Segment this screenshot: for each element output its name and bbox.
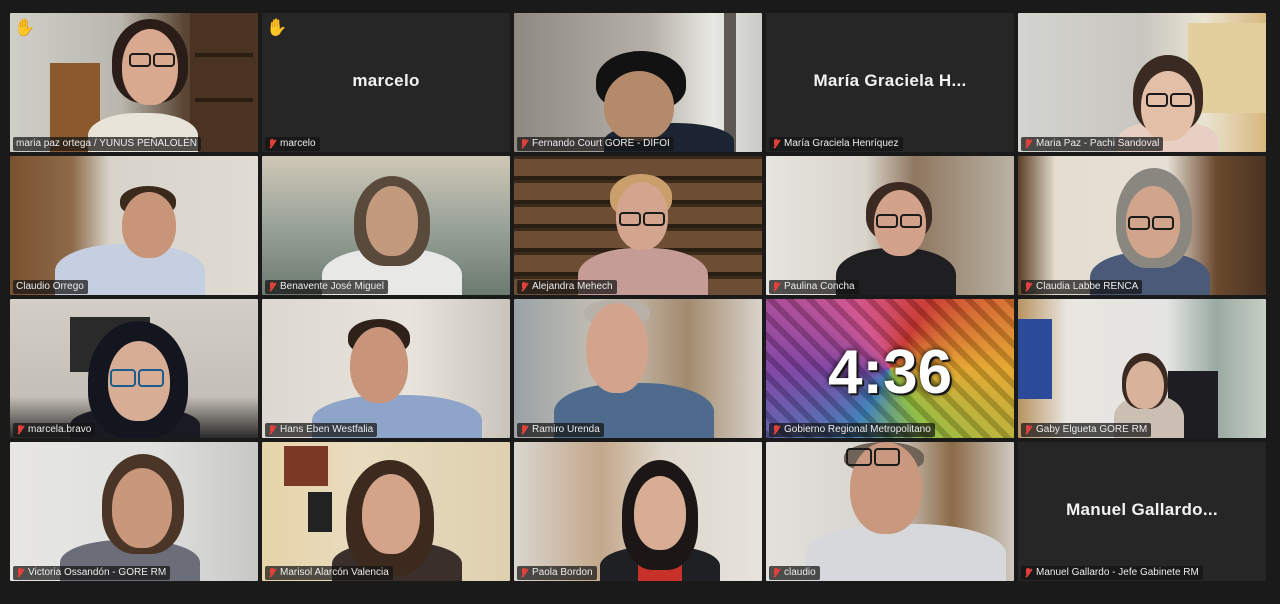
participant-name-label: Gobierno Regional Metropolitano <box>769 423 935 437</box>
muted-mic-icon <box>1024 282 1033 292</box>
muted-mic-icon <box>1024 568 1033 578</box>
video-tile[interactable]: marcela.bravo <box>10 299 258 438</box>
video-tile[interactable]: Paulina Concha <box>766 156 1014 295</box>
muted-mic-icon <box>520 425 529 435</box>
participant-display-name: marcelo <box>352 71 420 90</box>
muted-mic-icon <box>268 139 277 149</box>
muted-mic-icon <box>16 425 25 435</box>
participant-name-label: Claudia Labbe RENCA <box>1021 280 1143 294</box>
video-tile[interactable]: ✋ maria paz ortega / YUNUS PEÑALOLÉN <box>10 13 258 152</box>
video-tile[interactable]: 4:36 Gobierno Regional Metropolitano <box>766 299 1014 438</box>
participant-name-label: Fernando Court GORE - DIFOI <box>517 137 674 151</box>
participant-name-label: Marisol Alarcón Valencia <box>265 566 393 580</box>
video-tile[interactable]: Maria Paz - Pachi Sandoval <box>1018 13 1266 152</box>
participant-name-label: María Graciela Henríquez <box>769 137 903 151</box>
video-tile[interactable]: Gaby Elgueta GORE RM <box>1018 299 1266 438</box>
muted-mic-icon <box>520 139 529 149</box>
video-tile[interactable]: Victoria Ossandón - GORE RM <box>10 442 258 581</box>
video-tile[interactable]: Benavente José Miguel <box>262 156 510 295</box>
video-tile[interactable]: claudio <box>766 442 1014 581</box>
video-tile[interactable]: Marisol Alarcón Valencia <box>262 442 510 581</box>
muted-mic-icon <box>1024 139 1033 149</box>
participant-name-label: Manuel Gallardo - Jefe Gabinete RM <box>1021 566 1203 580</box>
video-tile[interactable]: Alejandra Mehech <box>514 156 762 295</box>
video-tile[interactable]: Ramiro Urenda <box>514 299 762 438</box>
video-tile[interactable]: Claudia Labbe RENCA <box>1018 156 1266 295</box>
muted-mic-icon <box>520 568 529 578</box>
participant-name-label: Alejandra Mehech <box>517 280 617 294</box>
participant-display-name: Manuel Gallardo... <box>1066 500 1218 519</box>
video-tile[interactable]: Paola Bordon <box>514 442 762 581</box>
participant-name-label: Victoria Ossandón - GORE RM <box>13 566 171 580</box>
video-tile[interactable]: Manuel Gallardo... Manuel Gallardo - Jef… <box>1018 442 1266 581</box>
video-tile[interactable]: Fernando Court GORE - DIFOI <box>514 13 762 152</box>
video-tile[interactable]: María Graciela H... María Graciela Henrí… <box>766 13 1014 152</box>
participant-name-label: Benavente José Miguel <box>265 280 388 294</box>
participant-name-label: marcela.bravo <box>13 423 96 437</box>
muted-mic-icon <box>772 568 781 578</box>
video-tile[interactable]: Hans Eben Westfalia <box>262 299 510 438</box>
participant-name-label: Maria Paz - Pachi Sandoval <box>1021 137 1164 151</box>
video-tile[interactable]: ✋ marcelo marcelo <box>262 13 510 152</box>
muted-mic-icon <box>16 568 25 578</box>
muted-mic-icon <box>268 568 277 578</box>
video-grid: ✋ maria paz ortega / YUNUS PEÑALOLÉN ✋ m… <box>10 13 1266 581</box>
participant-name-label: maria paz ortega / YUNUS PEÑALOLÉN <box>13 137 202 151</box>
participant-name-label: claudio <box>769 566 820 580</box>
muted-mic-icon <box>268 425 277 435</box>
participant-name-label: marcelo <box>265 137 320 151</box>
participant-name-label: Gaby Elgueta GORE RM <box>1021 423 1152 437</box>
countdown-timer: 4:36 <box>827 338 953 407</box>
muted-mic-icon <box>520 282 529 292</box>
raised-hand-icon: ✋ <box>14 18 36 37</box>
participant-name-label: Ramiro Urenda <box>517 423 604 437</box>
participant-name-label: Claudio Orrego <box>13 280 88 294</box>
participant-name-label: Paola Bordon <box>517 566 597 580</box>
muted-mic-icon <box>772 425 781 435</box>
muted-mic-icon <box>772 139 781 149</box>
participant-display-name: María Graciela H... <box>813 71 967 90</box>
participant-name-label: Paulina Concha <box>769 280 859 294</box>
muted-mic-icon <box>772 282 781 292</box>
raised-hand-icon: ✋ <box>266 18 288 37</box>
participant-name-label: Hans Eben Westfalia <box>265 423 378 437</box>
muted-mic-icon <box>268 282 277 292</box>
video-tile[interactable]: Claudio Orrego <box>10 156 258 295</box>
muted-mic-icon <box>1024 425 1033 435</box>
